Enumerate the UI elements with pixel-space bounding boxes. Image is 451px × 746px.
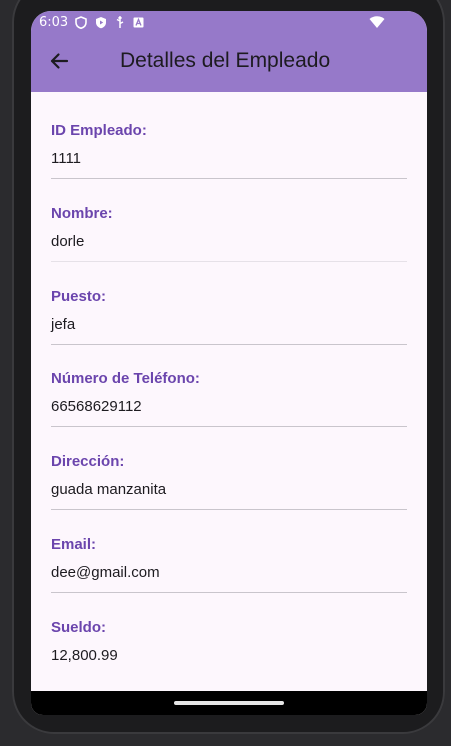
field-label: ID Empleado: (51, 122, 147, 139)
field-value: 66568629112 (51, 398, 142, 416)
field-value: dee@gmail.com (51, 563, 160, 581)
field-value: 1111 (51, 150, 82, 167)
field-position: Puesto: jefa (51, 258, 407, 345)
page-title: Detalles del Empleado (120, 49, 331, 72)
field-label: Sueldo: (51, 618, 106, 636)
field-address: Dirección: guada manzanita (51, 423, 407, 511)
field-value: dorle (51, 232, 85, 250)
usb-icon (115, 16, 125, 29)
field-email: Email: dee@gmail.com (51, 506, 407, 593)
phone-screen: 6:03 Detalles del Empleado ID Empleado: … (31, 11, 427, 715)
status-time: 6:03 (39, 15, 69, 30)
field-phone: Número de Teléfono: 66568629112 (51, 340, 407, 428)
play-protect-icon (95, 16, 107, 29)
field-name: Nombre: dorle (51, 175, 407, 262)
home-indicator[interactable] (174, 701, 284, 705)
shield-icon (75, 16, 87, 29)
field-label: Número de Teléfono: (51, 370, 200, 388)
field-value: guada manzanita (51, 481, 167, 499)
back-button[interactable] (45, 49, 73, 77)
field-value: 12,800.99 (51, 646, 118, 664)
status-bar: 6:03 (31, 11, 427, 35)
navigation-bar (31, 691, 427, 715)
field-label: Email: (51, 535, 97, 553)
status-icons (75, 16, 144, 29)
arrow-back-icon (49, 51, 69, 76)
field-salary: Sueldo: 12,800.99 (51, 589, 407, 672)
field-label: Dirección: (51, 453, 125, 471)
field-employee-id: ID Empleado: 1111 (51, 92, 407, 179)
employee-details: ID Empleado: 1111 Nombre: dorle Puesto: … (51, 92, 407, 672)
app-bar: Detalles del Empleado (31, 35, 427, 92)
a-badge-icon (133, 17, 144, 28)
wifi-icon (369, 15, 385, 32)
field-value: jefa (51, 315, 76, 333)
field-label: Puesto: (51, 287, 107, 305)
field-label: Nombre: (51, 204, 113, 222)
